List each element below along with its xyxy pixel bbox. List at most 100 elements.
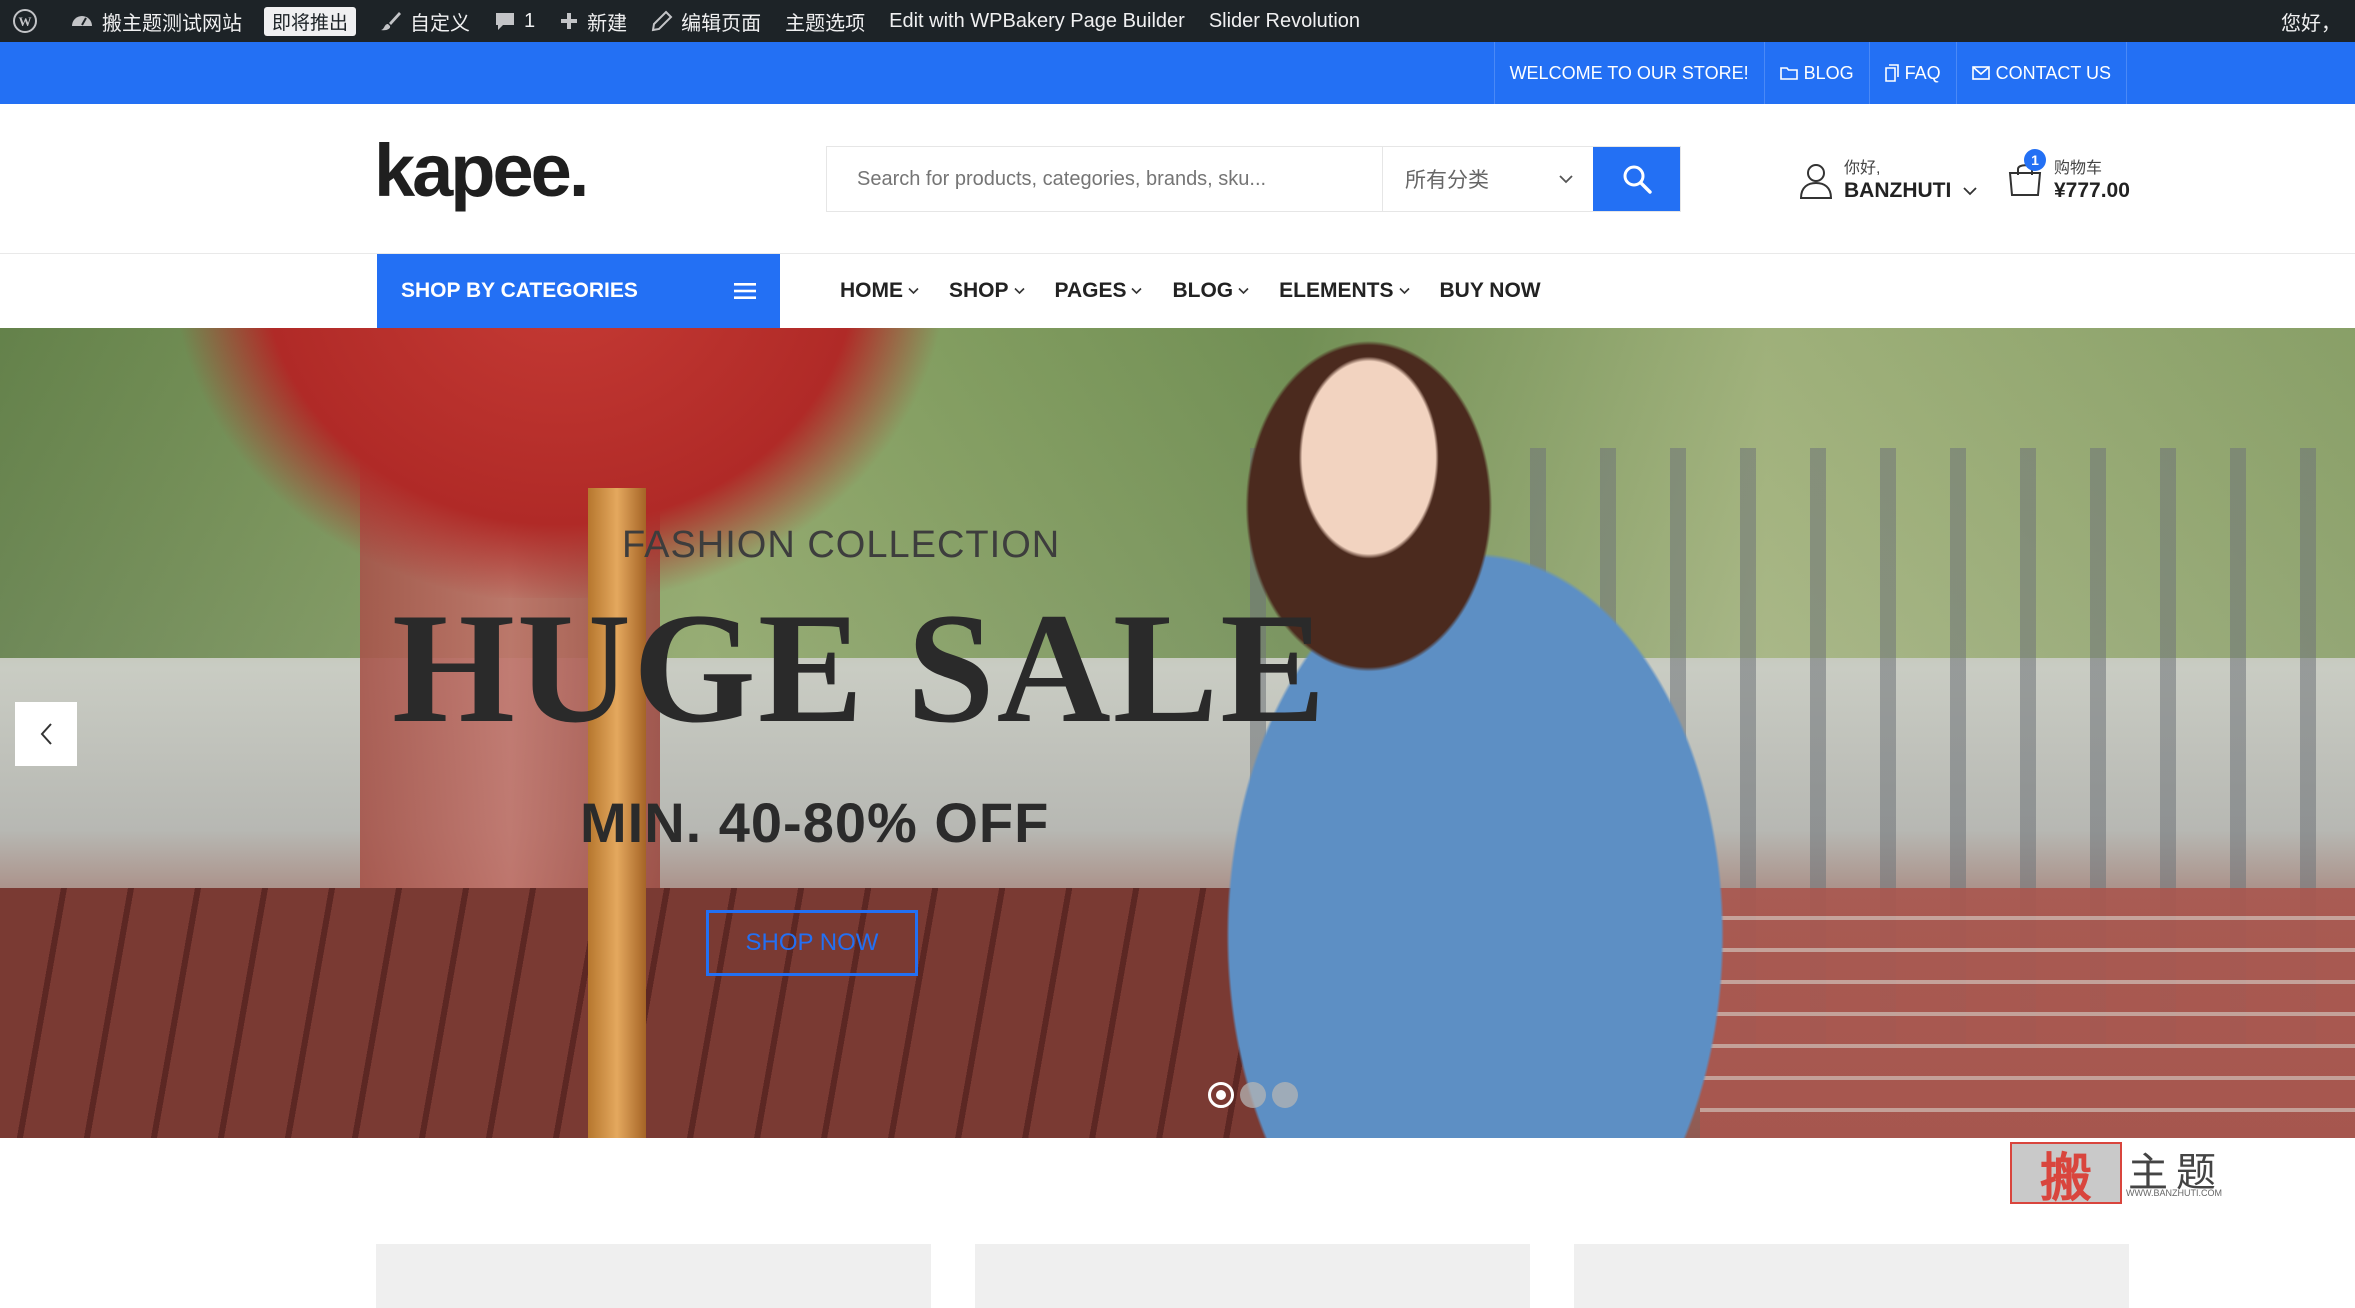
slider-revolution-link[interactable]: Slider Revolution	[1197, 0, 1372, 42]
top-blog-link[interactable]: BLOG	[1763, 42, 1869, 104]
banzhuti-watermark: 搬 主题 WWW.BANZHUTI.COM	[2010, 1140, 2240, 1209]
theme-options-link[interactable]: 主题选项	[773, 0, 877, 42]
top-contact-link[interactable]: CONTACT US	[1955, 42, 2127, 104]
mini-cart[interactable]: 1 购物车 ¥777.00	[2006, 148, 2130, 214]
cart-text: 购物车 ¥777.00	[2054, 159, 2130, 203]
top-bar-links: WELCOME TO OUR STORE! BLOG FAQ CONTACT U…	[1493, 42, 2127, 104]
cart-total: ¥777.00	[2054, 179, 2130, 202]
account-name: BANZHUTI	[1844, 179, 1952, 202]
edit-page-label: 编辑页面	[681, 12, 762, 35]
promo-banner[interactable]	[975, 1244, 1530, 1308]
nav-item-label: HOME	[840, 279, 903, 302]
top-blog-label: BLOG	[1803, 62, 1854, 83]
nav-item-home[interactable]: HOME	[840, 279, 919, 303]
nav-item-label: BLOG	[1172, 279, 1234, 302]
folder-icon	[1779, 67, 1798, 80]
wpbakery-label: Edit with WPBakery Page Builder	[889, 9, 1185, 32]
theme-options-label: 主题选项	[785, 12, 866, 35]
nav-item-shop[interactable]: SHOP	[949, 279, 1025, 303]
new-content-link[interactable]: 新建	[547, 0, 639, 42]
hamburger-menu-icon	[734, 283, 756, 299]
site-logo[interactable]: kapee.	[374, 134, 589, 208]
cart-count-badge: 1	[2024, 148, 2046, 171]
main-navigation: SHOP BY CATEGORIES HOME SHOP PAGES BLOG ELEM…	[0, 254, 2355, 328]
promo-banners	[376, 1244, 2129, 1308]
nav-item-label: ELEMENTS	[1279, 279, 1394, 302]
chevron-left-icon	[40, 723, 52, 745]
cart-label: 购物车	[2054, 159, 2103, 177]
edit-page-link[interactable]: 编辑页面	[639, 0, 773, 42]
slider-pagination	[1208, 1082, 1298, 1108]
nav-item-label: SHOP	[949, 279, 1009, 302]
top-contact-label: CONTACT US	[1995, 62, 2111, 83]
chevron-down-icon	[1238, 287, 1249, 295]
customize-label: 自定义	[410, 12, 471, 35]
slider-prev-button[interactable]	[15, 702, 77, 766]
customize-link[interactable]: 自定义	[368, 0, 482, 42]
mail-icon	[1971, 66, 1990, 80]
account-menu[interactable]: 你好, BANZHUTI	[1798, 148, 1977, 214]
nav-item-pages[interactable]: PAGES	[1055, 279, 1143, 303]
hero-slider: FASHION COLLECTION HUGE SALE MIN. 40-80%…	[0, 328, 2355, 1138]
nav-item-label: PAGES	[1054, 279, 1127, 302]
site-name-link[interactable]: 搬主题测试网站	[58, 0, 254, 42]
category-select-value: 所有分类	[1405, 169, 1489, 192]
shop-now-button[interactable]: SHOP NOW	[706, 910, 918, 976]
cart-icon-wrap: 1	[2006, 148, 2046, 202]
site-header: kapee. 所有分类 你好, BANZHUTI 1 购物车 ¥777.00	[0, 104, 2355, 254]
nav-item-label: BUY NOW	[1439, 279, 1541, 302]
top-bar: WELCOME TO OUR STORE! BLOG FAQ CONTACT U…	[0, 42, 2355, 104]
top-faq-label: FAQ	[1904, 62, 1941, 83]
nav-item-blog[interactable]: BLOG	[1172, 279, 1249, 303]
chevron-down-icon	[1963, 186, 1977, 195]
welcome-label: WELCOME TO OUR STORE!	[1509, 62, 1749, 83]
search-input[interactable]	[827, 147, 1383, 211]
chevron-down-icon	[1131, 287, 1143, 295]
user-icon	[1799, 164, 1833, 199]
primary-menu: HOME SHOP PAGES BLOG ELEMENTS BUY NOW	[840, 254, 1571, 328]
chevron-down-icon	[1013, 287, 1025, 295]
chevron-down-icon	[1559, 175, 1573, 184]
slider-revolution-label: Slider Revolution	[1208, 9, 1361, 32]
search-button[interactable]	[1593, 147, 1680, 211]
comment-icon	[496, 13, 515, 30]
hero-eyebrow: FASHION COLLECTION	[622, 524, 1061, 566]
site-name: 搬主题测试网站	[102, 12, 242, 35]
category-select[interactable]: 所有分类	[1383, 147, 1593, 211]
wordpress-logo-button[interactable]: W	[0, 0, 58, 42]
wordpress-icon: W	[13, 9, 37, 33]
comments-link[interactable]: 1	[482, 0, 547, 42]
comments-count: 1	[524, 9, 536, 32]
watermark-seal: 搬	[2010, 1142, 2122, 1209]
wpbakery-link[interactable]: Edit with WPBakery Page Builder	[877, 0, 1197, 42]
account-greeting[interactable]: 您好，	[2281, 0, 2341, 42]
dashboard-icon	[72, 16, 92, 26]
watermark-url: WWW.BANZHUTI.COM	[2126, 1188, 2222, 1198]
account-text: 你好, BANZHUTI	[1844, 159, 1977, 203]
pencil-icon	[651, 10, 673, 32]
slider-dot[interactable]	[1208, 1082, 1234, 1108]
chevron-down-icon	[908, 287, 919, 295]
promo-banner[interactable]	[376, 1244, 931, 1308]
new-label: 新建	[587, 12, 628, 35]
nav-item-buy-now[interactable]: BUY NOW	[1440, 279, 1541, 303]
slider-dot[interactable]	[1272, 1082, 1298, 1108]
welcome-message: WELCOME TO OUR STORE!	[1493, 42, 1764, 104]
top-faq-link[interactable]: FAQ	[1868, 42, 1956, 104]
document-icon	[1884, 64, 1899, 82]
promo-banner[interactable]	[1574, 1244, 2129, 1308]
hero-title: HUGE SALE	[392, 581, 1328, 756]
plus-icon	[561, 13, 578, 29]
hero-subtitle: MIN. 40-80% OFF	[580, 791, 1050, 854]
categories-label: SHOP BY CATEGORIES	[401, 279, 638, 302]
slider-dot[interactable]	[1240, 1082, 1266, 1108]
shop-by-categories-button[interactable]: SHOP BY CATEGORIES	[377, 254, 780, 328]
coming-soon-badge-item[interactable]: 即将推出	[254, 0, 368, 42]
wp-admin-bar: W 搬主题测试网站 即将推出 自定义 1 新建 编辑页面 主题选项 Edit w…	[0, 0, 2355, 42]
watermark-text: 主题	[2128, 1150, 2224, 1196]
account-name-row: BANZHUTI	[1844, 178, 1977, 203]
brush-icon	[381, 12, 402, 31]
search-form: 所有分类	[826, 146, 1681, 212]
nav-item-elements[interactable]: ELEMENTS	[1279, 279, 1410, 303]
greeting-label: 您好，	[2281, 12, 2341, 35]
